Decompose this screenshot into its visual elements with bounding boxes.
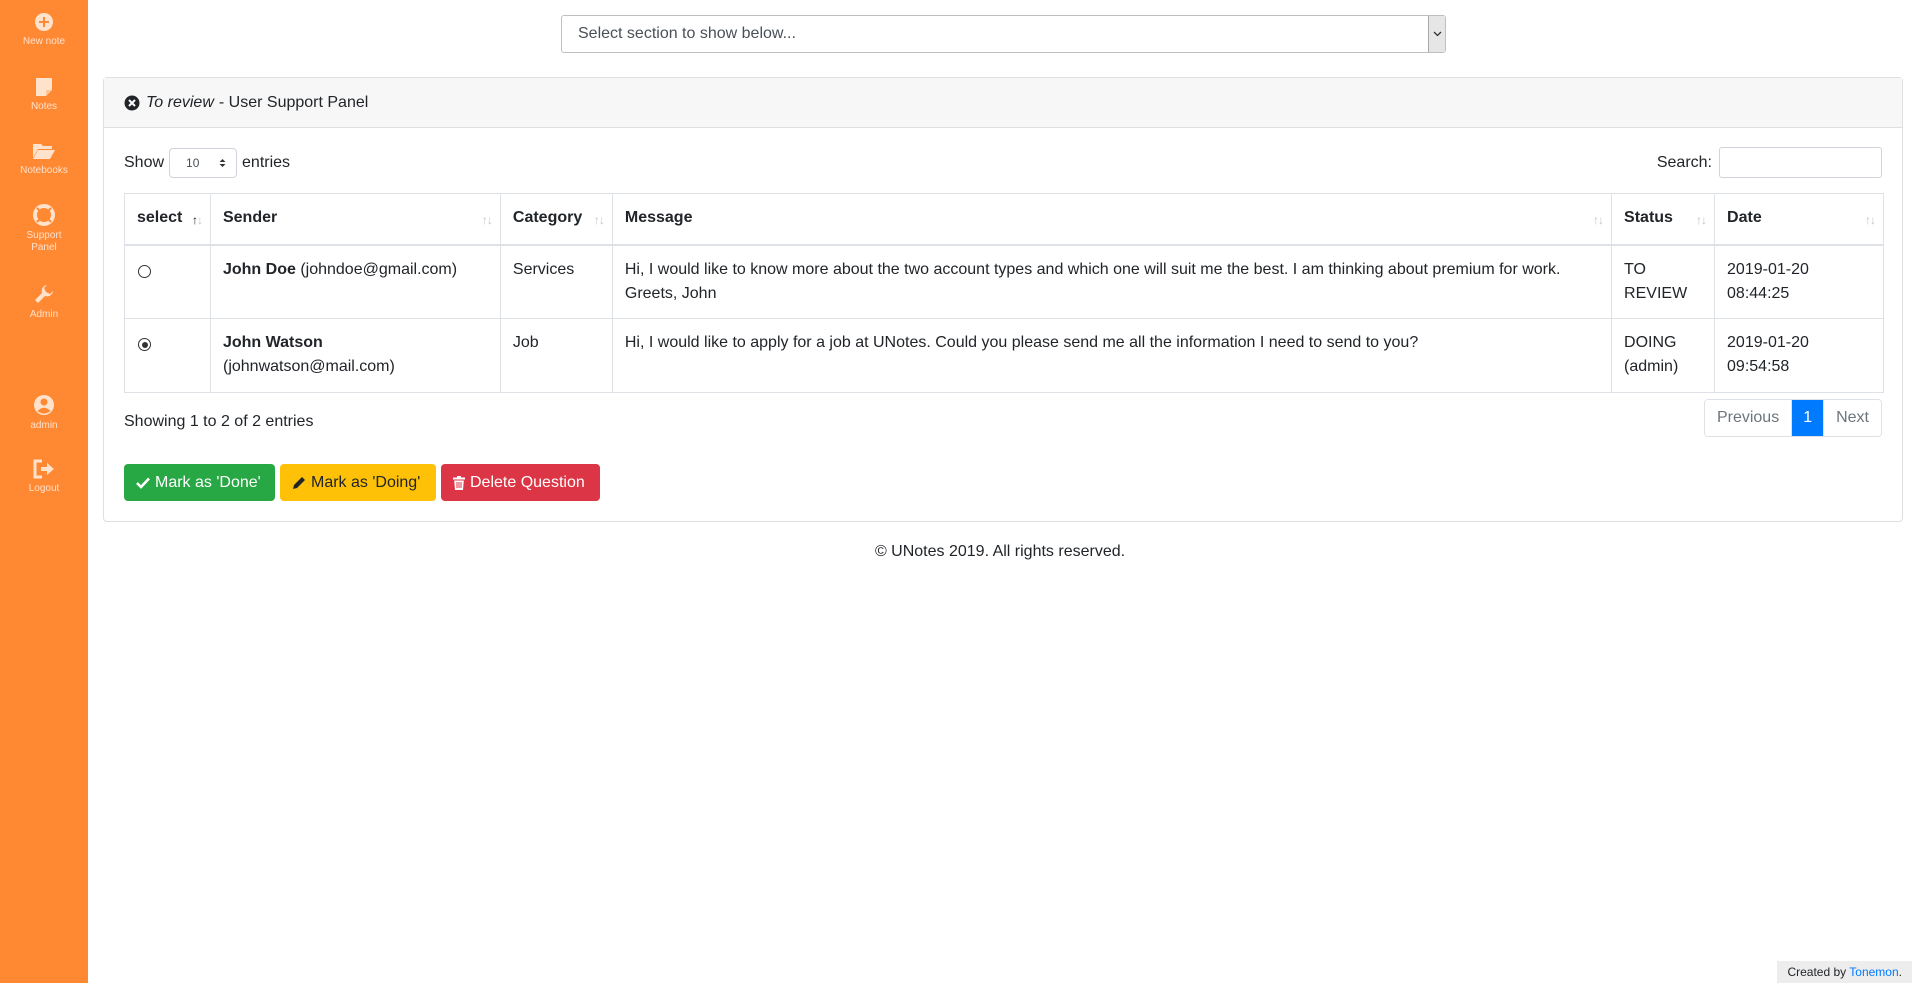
column-header-message[interactable]: Message ↑↓	[611, 193, 1613, 246]
folder-icon	[33, 144, 55, 159]
date-cell: 2019-01-20 08:44:25	[1714, 244, 1884, 319]
sidebar-item-label: Admin	[29, 309, 59, 320]
sender-name: John Doe	[222, 260, 296, 278]
footer-copyright: © UNotes 2019. All rights reserved.	[874, 543, 1126, 560]
credit-badge: Created by Tonemon.	[1777, 961, 1912, 983]
sidebar-item-new-note[interactable]: New note	[0, 12, 88, 48]
mark-doing-button[interactable]: Mark as 'Doing'	[280, 464, 436, 501]
section-select-value: Select section to show below...	[578, 25, 796, 42]
plus-circle-icon	[35, 13, 53, 31]
sidebar-item-label: Support Panel	[26, 230, 62, 253]
search-input[interactable]	[1719, 147, 1882, 178]
row-select-radio[interactable]	[138, 338, 151, 351]
credit-link[interactable]: Tonemon	[1849, 965, 1898, 979]
table-row: John Doe (johndoe@gmail.com) Services Hi…	[124, 244, 1884, 319]
pencil-icon	[293, 476, 305, 489]
table-info: Showing 1 to 2 of 2 entries	[124, 413, 314, 430]
credit-suffix: .	[1898, 965, 1902, 979]
sidebar-item-admin[interactable]: Admin	[0, 283, 88, 321]
sort-icon: ↑↓	[481, 213, 493, 227]
search-control: Search:	[1657, 147, 1882, 178]
pagination: Previous 1 Next	[1703, 399, 1882, 437]
column-header-date[interactable]: Date ↑↓	[1714, 193, 1884, 246]
column-header-status[interactable]: Status ↑↓	[1611, 193, 1716, 246]
date-cell: 2019-01-20 09:54:58	[1714, 318, 1884, 393]
trash-icon	[453, 475, 465, 490]
sort-icon: ↑↓	[1865, 213, 1876, 227]
message-cell: Hi, I would like to know more about the …	[611, 244, 1613, 319]
check-icon	[136, 477, 150, 489]
sidebar-item-notes[interactable]: Notes	[0, 77, 88, 113]
column-header-select[interactable]: select ↑↓	[124, 193, 211, 246]
sidebar-item-label: Notebooks	[20, 165, 68, 176]
sender-cell: John Watson (johnwatson@mail.com)	[209, 318, 501, 393]
close-circle-icon	[124, 95, 140, 110]
sender-cell: John Doe (johndoe@gmail.com)	[209, 244, 501, 319]
status-cell: DOING (admin)	[1611, 318, 1716, 393]
support-table: select ↑↓ Sender ↑↓ Category ↑↓ Message ↑↓ S…	[124, 193, 1884, 393]
category-cell: Services	[499, 244, 613, 319]
mark-done-label: Mark as 'Done'	[155, 473, 261, 491]
sidebar-item-label: Logout	[28, 483, 60, 494]
card-header: To review - User Support Panel	[104, 78, 1902, 128]
sidebar-item-notebooks[interactable]: Notebooks	[0, 141, 88, 177]
note-icon	[36, 78, 52, 96]
entries-select[interactable]: 10	[169, 148, 238, 178]
lifebuoy-icon	[33, 204, 55, 226]
table-row: John Watson (johnwatson@mail.com) Job Hi…	[124, 318, 1884, 393]
sidebar-item-label: admin	[30, 420, 58, 431]
wrench-icon	[35, 285, 53, 303]
entries-label: entries	[242, 154, 291, 171]
sidebar-item-label: Notes	[30, 101, 58, 112]
table-header-row: select ↑↓ Sender ↑↓ Category ↑↓ Message ↑↓ S…	[124, 193, 1884, 246]
status-cell: TO REVIEW	[1611, 244, 1716, 319]
sender-email: (johndoe@gmail.com)	[300, 260, 458, 278]
section-select[interactable]: Select section to show below...	[561, 15, 1446, 53]
sort-asc-icon: ↑↓	[191, 213, 203, 227]
logout-icon	[33, 459, 54, 479]
updown-icon	[219, 159, 226, 167]
sidebar: New note Notes Notebooks Support Panel A…	[0, 0, 88, 983]
select-cell	[124, 318, 211, 393]
delete-question-label: Delete Question	[470, 473, 585, 491]
sort-icon: ↑↓	[593, 213, 605, 227]
entries-select-value: 10	[186, 156, 200, 170]
sort-icon: ↑↓	[1593, 213, 1604, 227]
panel-title: - User Support Panel	[218, 93, 369, 111]
sender-email: (johnwatson@mail.com)	[222, 358, 395, 375]
pagination-page-1[interactable]: 1	[1791, 400, 1824, 436]
action-buttons: Mark as 'Done' Mark as 'Doing' Delete Qu…	[124, 464, 605, 501]
sidebar-item-user[interactable]: admin	[0, 394, 88, 432]
sidebar-item-support-panel[interactable]: Support Panel	[0, 204, 88, 254]
message-cell: Hi, I would like to apply for a job at U…	[611, 318, 1613, 393]
entries-length-control: Show 10 entries	[124, 148, 290, 178]
column-header-category[interactable]: Category ↑↓	[499, 193, 613, 246]
column-header-sender[interactable]: Sender ↑↓	[209, 193, 501, 246]
category-cell: Job	[499, 318, 613, 393]
sender-name: John Watson	[222, 334, 323, 351]
mark-doing-label: Mark as 'Doing'	[311, 473, 421, 491]
panel-title-status: To review	[146, 93, 214, 111]
row-select-radio[interactable]	[138, 264, 151, 278]
user-circle-icon	[34, 395, 54, 415]
sort-icon: ↑↓	[1696, 213, 1707, 227]
search-label: Search:	[1656, 153, 1712, 171]
credit-prefix: Created by	[1787, 965, 1847, 979]
chevron-down-icon[interactable]	[1428, 16, 1445, 52]
delete-question-button[interactable]: Delete Question	[441, 464, 600, 501]
pagination-previous[interactable]: Previous	[1704, 400, 1792, 436]
pagination-next[interactable]: Next	[1823, 400, 1881, 436]
sidebar-item-label: New note	[22, 36, 66, 47]
show-label: Show	[124, 154, 165, 171]
support-panel-card: To review - User Support Panel Show 10 e…	[103, 77, 1903, 522]
sidebar-item-logout[interactable]: Logout	[0, 459, 88, 495]
mark-done-button[interactable]: Mark as 'Done'	[124, 464, 275, 501]
select-cell	[124, 244, 211, 319]
